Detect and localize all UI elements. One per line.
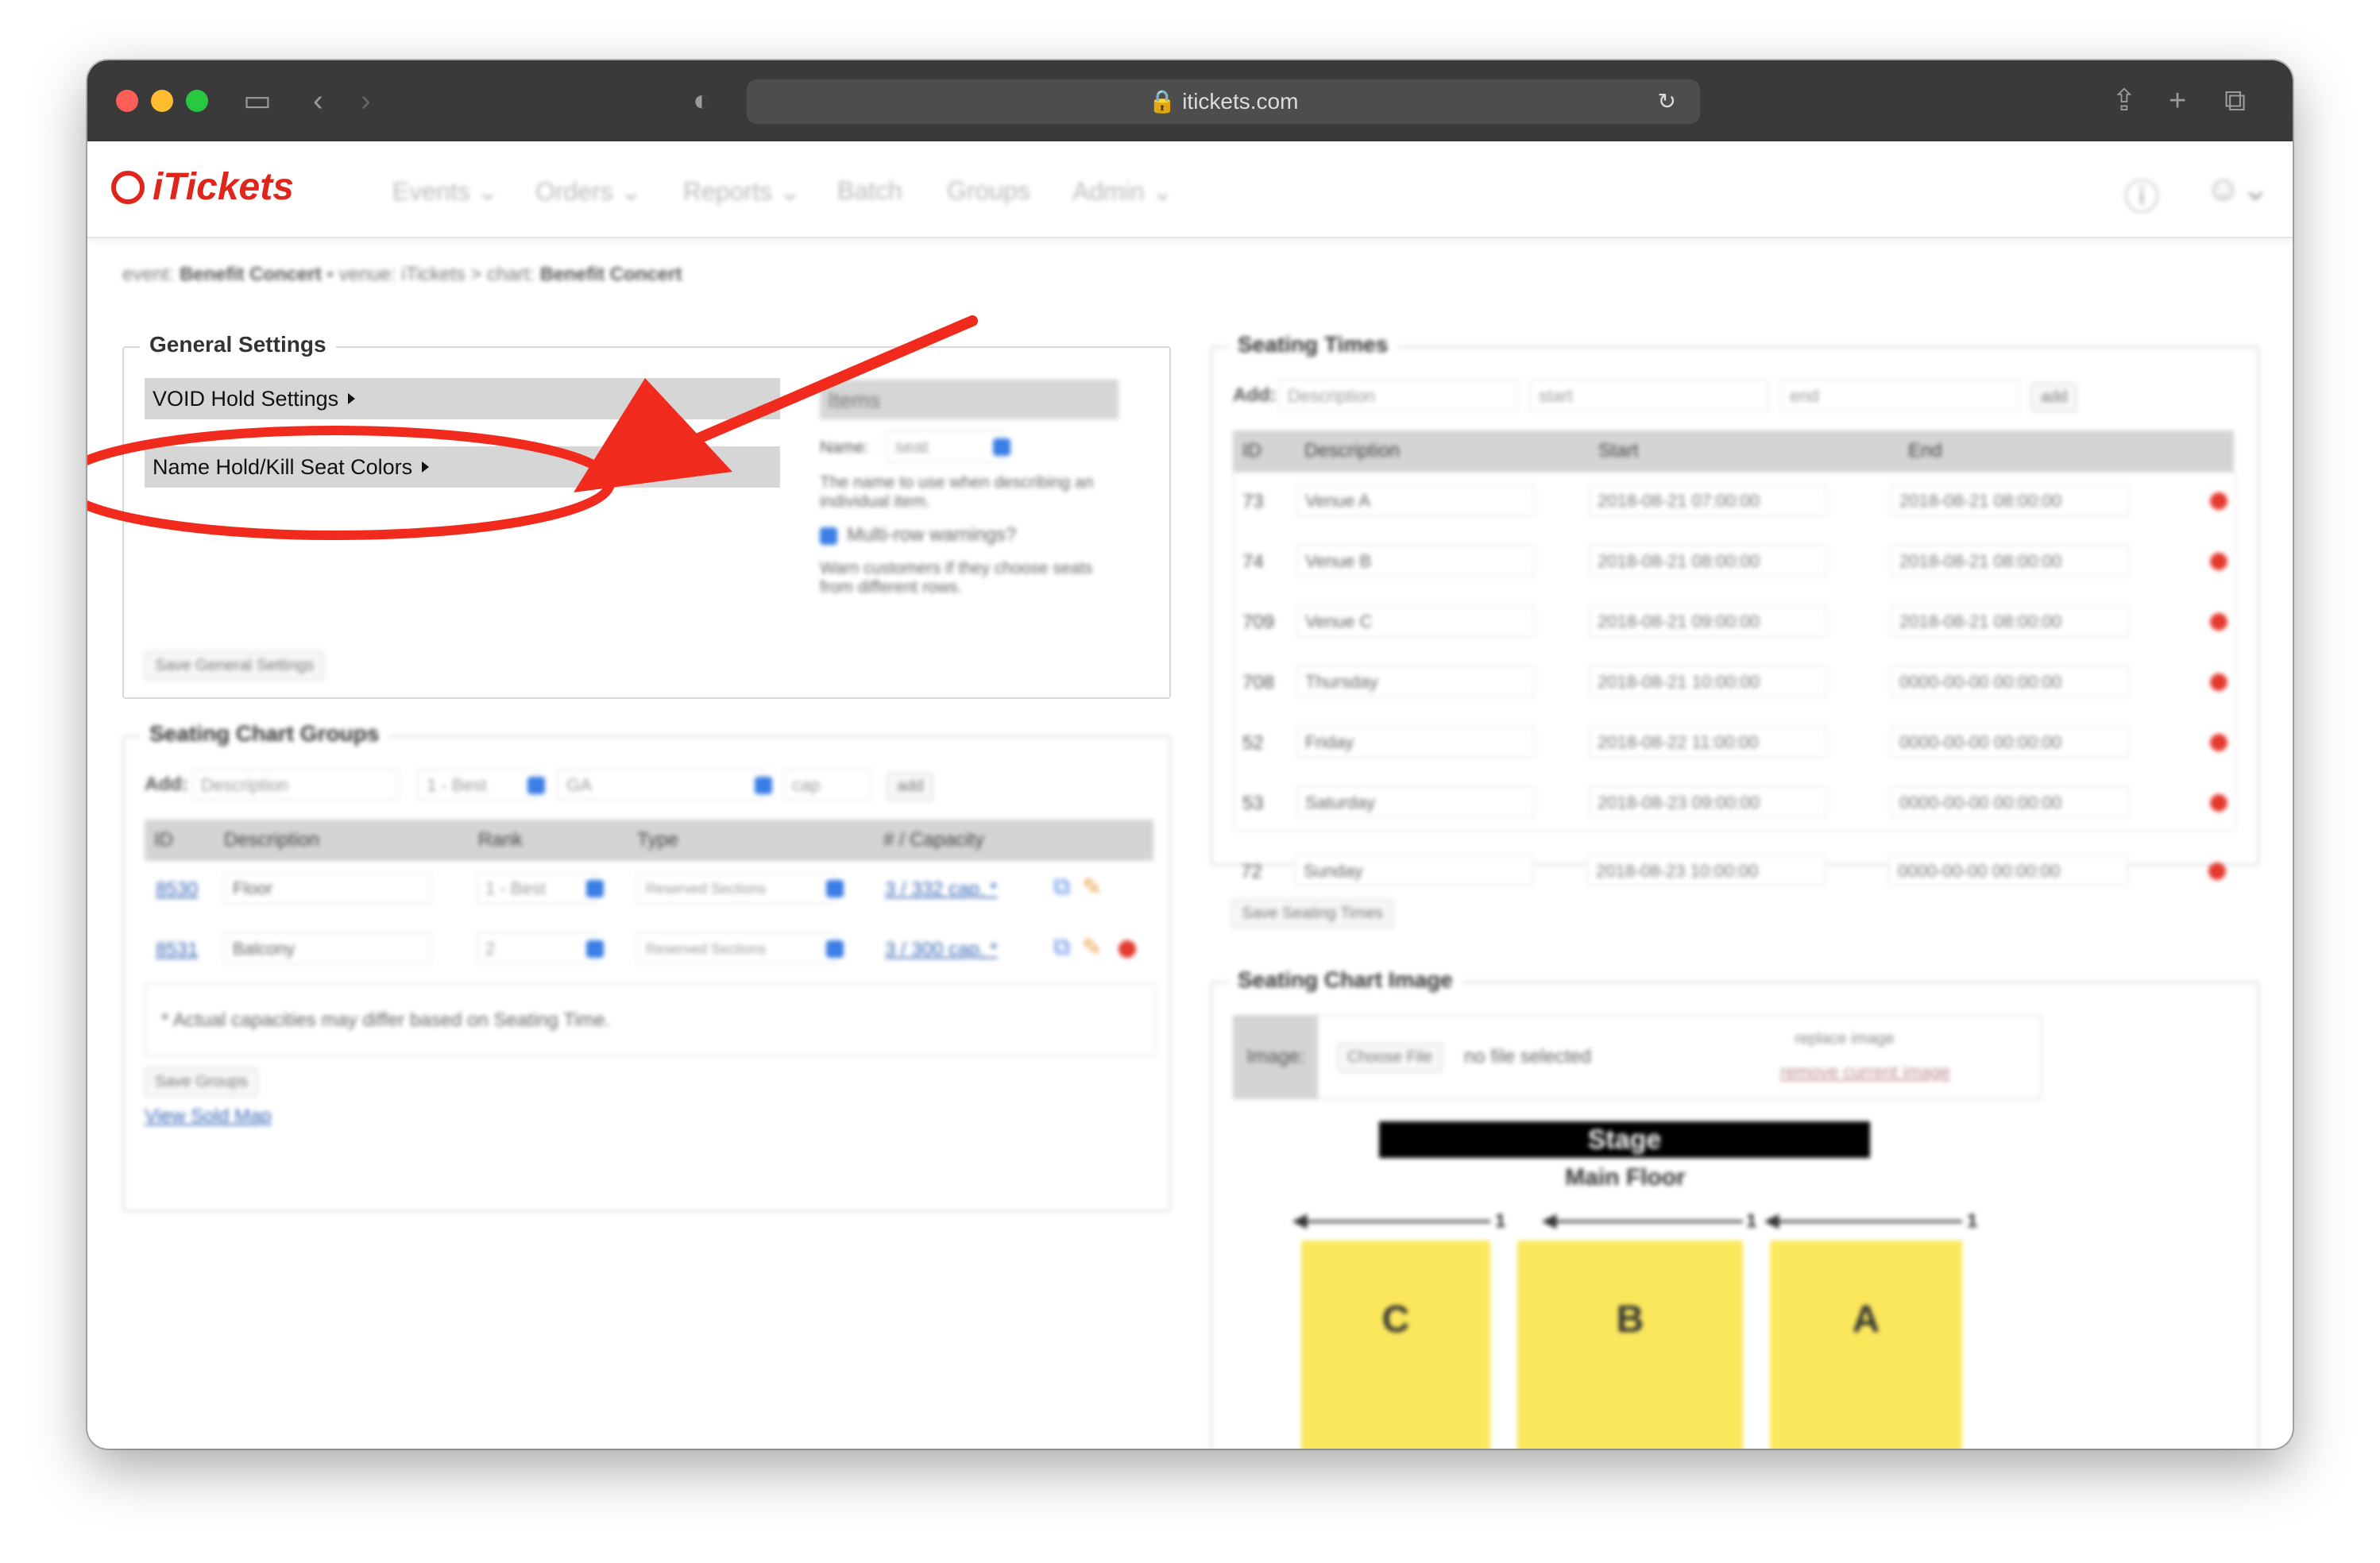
browser-window: ▭ ‹ › ◐ 🔒 itickets.com ↻ ⇪ + ⧉ iTickets …: [87, 60, 2293, 1449]
annotation-arrow-shaft: [686, 315, 978, 447]
annotation-overlay: [87, 315, 978, 540]
highlight-ellipse: [87, 426, 615, 540]
